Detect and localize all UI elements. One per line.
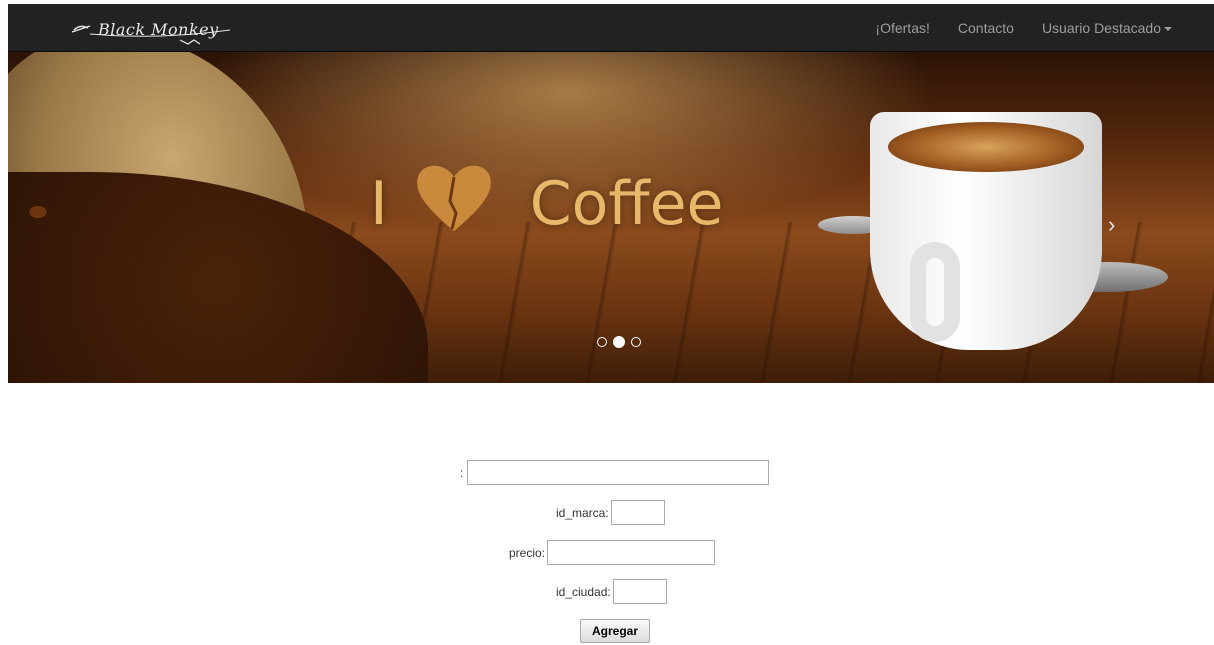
field1-row: :: [460, 460, 770, 485]
id-marca-input[interactable]: [610, 500, 665, 525]
nav-item-contacto[interactable]: Contacto: [944, 4, 1028, 52]
carousel-indicator-2[interactable]: [613, 336, 625, 348]
precio-row: precio:: [509, 540, 716, 565]
heart-icon: [414, 161, 494, 248]
headline-i: I: [370, 169, 388, 239]
cup-handle: [910, 242, 960, 342]
hero-carousel: I Coffee ›: [8, 52, 1214, 383]
brand-name: Black Monkey: [98, 20, 219, 39]
headline-word: Coffee: [529, 169, 724, 239]
coffee-cup-image: [870, 92, 1110, 362]
navbar: Black Monkey ¡Ofertas! Contacto Usuario …: [8, 4, 1214, 52]
carousel-next-icon[interactable]: ›: [1108, 212, 1115, 238]
caret-down-icon: [1164, 27, 1172, 32]
id-marca-label: id_marca:: [556, 505, 609, 520]
brand-logo[interactable]: Black Monkey: [70, 14, 230, 45]
id-ciudad-row: id_ciudad:: [556, 579, 667, 604]
carousel-indicator-3[interactable]: [631, 337, 641, 347]
carousel-indicator-1[interactable]: [597, 337, 607, 347]
cup-coffee: [888, 122, 1084, 172]
agregar-button[interactable]: Agregar: [580, 619, 650, 643]
precio-label: precio:: [509, 545, 546, 560]
field1-label: :: [460, 465, 464, 480]
id-ciudad-label: id_ciudad:: [556, 584, 611, 599]
carousel-headline: I Coffee: [370, 164, 723, 244]
nav-item-usuario-destacado[interactable]: Usuario Destacado: [1028, 4, 1214, 52]
precio-input[interactable]: [547, 540, 716, 565]
field1-input[interactable]: [467, 460, 770, 485]
nav-dropdown-label: Usuario Destacado: [1041, 20, 1161, 36]
coffee-beans-image: [8, 172, 428, 383]
carousel-indicators: [594, 336, 644, 348]
id-marca-row: id_marca:: [556, 500, 665, 525]
id-ciudad-input[interactable]: [612, 579, 667, 604]
nav-item-ofertas[interactable]: ¡Ofertas!: [861, 4, 943, 52]
main-nav: ¡Ofertas! Contacto Usuario Destacado: [861, 4, 1214, 52]
